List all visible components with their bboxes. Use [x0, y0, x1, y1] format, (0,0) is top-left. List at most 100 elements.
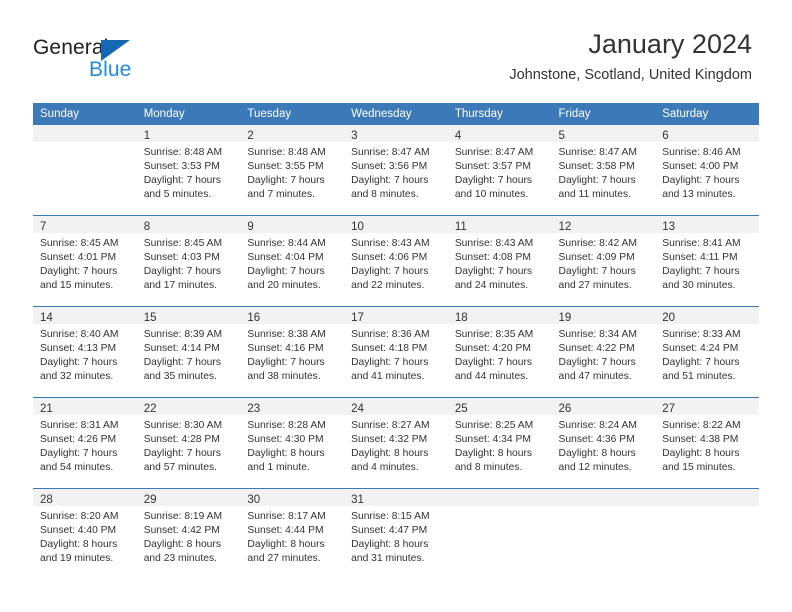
daylight-text: Daylight: 7 hours: [558, 175, 636, 186]
day-cell[interactable]: 6 Sunrise: 8:46 AM Sunset: 4:00 PM Dayli…: [655, 125, 759, 216]
day-cell[interactable]: 9 Sunrise: 8:44 AM Sunset: 4:04 PM Dayli…: [240, 215, 345, 307]
sunrise-text: Sunrise: 8:41 AM: [662, 238, 741, 249]
day-cell[interactable]: 23 Sunrise: 8:28 AM Sunset: 4:30 PM Dayl…: [240, 397, 345, 489]
day-number: 27: [662, 403, 676, 415]
day-number: 17: [351, 312, 364, 324]
daylight-text: Daylight: 8 hours: [143, 539, 221, 550]
day-cell[interactable]: 17 Sunrise: 8:36 AM Sunset: 4:18 PM Dayl…: [344, 306, 448, 398]
sunset-text: Sunset: 4:01 PM: [40, 252, 117, 263]
sunrise-text: Sunrise: 8:47 AM: [454, 147, 534, 158]
week-row: 28 Sunrise: 8:20 AM Sunset: 4:40 PM Dayl…: [33, 488, 759, 579]
day-cell[interactable]: 4 Sunrise: 8:47 AM Sunset: 3:57 PM Dayli…: [447, 125, 552, 216]
daylight-text-cont: and 38 minutes.: [247, 371, 321, 382]
day-cell[interactable]: 18 Sunrise: 8:35 AM Sunset: 4:20 PM Dayl…: [447, 306, 552, 398]
sunset-text: Sunset: 4:36 PM: [558, 434, 635, 445]
day-cell-empty: [551, 488, 656, 579]
daylight-text-cont: and 15 minutes.: [662, 462, 736, 473]
sunset-text: Sunset: 4:22 PM: [558, 343, 635, 354]
day-cell[interactable]: 30 Sunrise: 8:17 AM Sunset: 4:44 PM Dayl…: [240, 488, 345, 579]
day-cell[interactable]: 14 Sunrise: 8:40 AM Sunset: 4:13 PM Dayl…: [33, 306, 137, 398]
daylight-text-cont: and 32 minutes.: [40, 371, 114, 382]
day-cell[interactable]: 2 Sunrise: 8:48 AM Sunset: 3:55 PM Dayli…: [240, 125, 345, 216]
day-cell[interactable]: 15 Sunrise: 8:39 AM Sunset: 4:14 PM Dayl…: [136, 306, 241, 398]
daylight-text: Daylight: 8 hours: [454, 448, 533, 459]
daylight-text-cont: and 22 minutes.: [351, 280, 425, 291]
day-cell[interactable]: 10 Sunrise: 8:43 AM Sunset: 4:06 PM Dayl…: [344, 215, 448, 307]
sunset-text: Sunset: 4:14 PM: [143, 343, 220, 354]
daylight-text-cont: and 23 minutes.: [143, 553, 217, 564]
daylight-text: Daylight: 8 hours: [247, 448, 325, 459]
daylight-text: Daylight: 7 hours: [351, 357, 429, 368]
day-cell[interactable]: 11 Sunrise: 8:43 AM Sunset: 4:08 PM Dayl…: [447, 215, 552, 307]
daylight-text-cont: and 15 minutes.: [40, 280, 114, 291]
sunrise-text: Sunrise: 8:39 AM: [143, 329, 223, 340]
sunrise-text: Sunrise: 8:43 AM: [351, 238, 430, 249]
daylight-text: Daylight: 7 hours: [454, 357, 533, 368]
day-number: 28: [40, 494, 53, 506]
day-number: 10: [351, 221, 364, 233]
day-cell[interactable]: [33, 125, 137, 216]
sunset-text: Sunset: 4:40 PM: [40, 525, 117, 536]
page-subtitle: Johnstone, Scotland, United Kingdom: [509, 67, 752, 83]
day-cell[interactable]: 24 Sunrise: 8:27 AM Sunset: 4:32 PM Dayl…: [344, 397, 448, 489]
sunrise-text: Sunrise: 8:43 AM: [454, 238, 534, 249]
day-number: 15: [143, 312, 157, 324]
daylight-text: Daylight: 7 hours: [40, 448, 118, 459]
daylight-text-cont: and 7 minutes.: [247, 189, 315, 200]
day-cell[interactable]: 3 Sunrise: 8:47 AM Sunset: 3:56 PM Dayli…: [344, 125, 448, 216]
day-cell[interactable]: 1 Sunrise: 8:48 AM Sunset: 3:53 PM Dayli…: [136, 125, 241, 216]
day-number: 30: [247, 494, 261, 506]
day-cell[interactable]: 25 Sunrise: 8:25 AM Sunset: 4:34 PM Dayl…: [447, 397, 552, 489]
day-cell[interactable]: 27 Sunrise: 8:22 AM Sunset: 4:38 PM Dayl…: [655, 397, 759, 489]
daylight-text: Daylight: 7 hours: [351, 266, 429, 277]
daylight-text-cont: and 47 minutes.: [558, 371, 632, 382]
day-cell[interactable]: 19 Sunrise: 8:34 AM Sunset: 4:22 PM Dayl…: [551, 306, 656, 398]
sunrise-text: Sunrise: 8:25 AM: [454, 420, 534, 431]
daylight-text-cont: and 17 minutes.: [143, 280, 217, 291]
sunset-text: Sunset: 4:32 PM: [351, 434, 428, 445]
general-blue-logo[interactable]: General Blue: [33, 36, 183, 82]
weekday-header-thursday: Thursday: [447, 103, 552, 125]
day-cell[interactable]: 21 Sunrise: 8:31 AM Sunset: 4:26 PM Dayl…: [33, 397, 137, 489]
sunrise-text: Sunrise: 8:44 AM: [247, 238, 326, 249]
daylight-text: Daylight: 8 hours: [351, 539, 429, 550]
day-cell[interactable]: 26 Sunrise: 8:24 AM Sunset: 4:36 PM Dayl…: [551, 397, 656, 489]
sunrise-text: Sunrise: 8:48 AM: [143, 147, 223, 158]
day-cell[interactable]: 12 Sunrise: 8:42 AM Sunset: 4:09 PM Dayl…: [551, 215, 656, 307]
daylight-text: Daylight: 7 hours: [143, 175, 221, 186]
daylight-text-cont: and 11 minutes.: [558, 189, 632, 200]
day-number: 1: [143, 130, 151, 142]
daylight-text-cont: and 8 minutes.: [454, 462, 523, 473]
sunset-text: Sunset: 4:26 PM: [40, 434, 117, 445]
day-number: 13: [662, 221, 676, 233]
sunset-text: Sunset: 4:30 PM: [247, 434, 324, 445]
daylight-text: Daylight: 7 hours: [558, 357, 636, 368]
day-number: 19: [558, 312, 572, 324]
sunrise-text: Sunrise: 8:31 AM: [40, 420, 119, 431]
day-cell[interactable]: 8 Sunrise: 8:45 AM Sunset: 4:03 PM Dayli…: [136, 215, 241, 307]
day-cell[interactable]: 22 Sunrise: 8:30 AM Sunset: 4:28 PM Dayl…: [136, 397, 241, 489]
sunset-text: Sunset: 4:00 PM: [662, 161, 739, 172]
day-cell[interactable]: 31 Sunrise: 8:15 AM Sunset: 4:47 PM Dayl…: [344, 488, 448, 579]
weekday-header-row: Sunday Monday Tuesday Wednesday Thursday…: [33, 103, 759, 125]
daylight-text: Daylight: 8 hours: [662, 448, 740, 459]
day-cell[interactable]: 5 Sunrise: 8:47 AM Sunset: 3:58 PM Dayli…: [551, 125, 656, 216]
daylight-text-cont: and 19 minutes.: [40, 553, 114, 564]
weekday-header-saturday: Saturday: [655, 103, 759, 125]
daylight-text: Daylight: 7 hours: [143, 266, 221, 277]
daylight-text: Daylight: 7 hours: [351, 175, 429, 186]
day-cell[interactable]: 13 Sunrise: 8:41 AM Sunset: 4:11 PM Dayl…: [655, 215, 759, 307]
sunset-text: Sunset: 4:13 PM: [40, 343, 117, 354]
sunset-text: Sunset: 4:06 PM: [351, 252, 428, 263]
sunset-text: Sunset: 4:08 PM: [454, 252, 531, 263]
day-cell[interactable]: 28 Sunrise: 8:20 AM Sunset: 4:40 PM Dayl…: [33, 488, 137, 579]
day-cell[interactable]: 20 Sunrise: 8:33 AM Sunset: 4:24 PM Dayl…: [655, 306, 759, 398]
day-number: 16: [247, 312, 261, 324]
daylight-text-cont: and 5 minutes.: [143, 189, 212, 200]
day-number: 29: [143, 494, 157, 506]
sunrise-text: Sunrise: 8:45 AM: [143, 238, 223, 249]
day-cell[interactable]: 16 Sunrise: 8:38 AM Sunset: 4:16 PM Dayl…: [240, 306, 345, 398]
day-cell[interactable]: 29 Sunrise: 8:19 AM Sunset: 4:42 PM Dayl…: [136, 488, 241, 579]
daylight-text: Daylight: 7 hours: [454, 175, 533, 186]
day-cell[interactable]: 7 Sunrise: 8:45 AM Sunset: 4:01 PM Dayli…: [33, 215, 137, 307]
